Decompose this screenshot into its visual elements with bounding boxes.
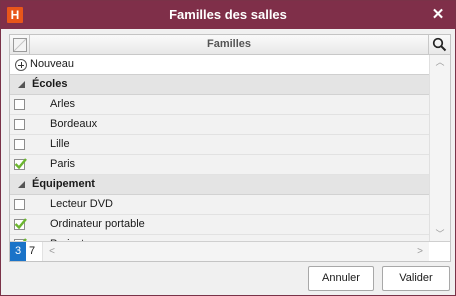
plus-circle-icon (15, 59, 27, 71)
checkmark-icon (14, 158, 27, 170)
title-bar: H Familles des salles ✕ (1, 1, 455, 29)
item-label: Bordeaux (50, 118, 98, 130)
list-item-paris[interactable]: Paris (10, 155, 429, 175)
item-checkbox[interactable] (14, 139, 25, 150)
total-count: 7 (29, 245, 36, 257)
chevron-down-icon[interactable]: ﹀ (430, 227, 450, 241)
list-item-bordeaux[interactable]: Bordeaux (10, 115, 429, 135)
new-family-row[interactable]: Nouveau (10, 55, 429, 75)
group-row-ecoles[interactable]: Écoles (10, 75, 429, 95)
column-header-familles[interactable]: Familles (30, 35, 428, 54)
grid-rows: Nouveau Écoles Arles Bordeaux Lille Pari… (10, 55, 429, 255)
group-row-equipement[interactable]: Équipement (10, 175, 429, 195)
chevron-up-icon[interactable]: ︿ (430, 55, 450, 69)
checkmark-icon (14, 218, 27, 230)
chevron-right-icon[interactable]: > (413, 242, 427, 261)
list-item-arles[interactable]: Arles (10, 95, 429, 115)
item-label: Lecteur DVD (50, 198, 113, 210)
vertical-scrollbar[interactable]: ︿ ﹀ (429, 55, 450, 241)
item-label: Lille (50, 138, 70, 150)
group-label: Écoles (32, 78, 68, 90)
item-checkbox[interactable] (14, 119, 25, 130)
item-label: Ordinateur portable (50, 218, 145, 230)
search-button[interactable] (428, 35, 450, 54)
families-grid: Familles Nouveau Écoles Arles Bordeaux L… (9, 34, 451, 262)
item-checkbox[interactable] (14, 99, 25, 110)
selected-count-badge: 3 (10, 242, 26, 261)
group-label: Équipement (32, 178, 95, 190)
item-label: Paris (50, 158, 76, 170)
triangle-down-icon[interactable] (18, 181, 25, 188)
validate-button[interactable]: Valider (382, 266, 450, 291)
triangle-down-icon[interactable] (18, 81, 25, 88)
new-family-label: Nouveau (30, 58, 75, 70)
list-item-lille[interactable]: Lille (10, 135, 429, 155)
chevron-left-icon[interactable]: < (45, 242, 59, 261)
list-item-ordinateur-portable[interactable]: Ordinateur portable (10, 215, 429, 235)
horizontal-scrollbar[interactable]: < > (42, 242, 429, 261)
cancel-button[interactable]: Annuler (308, 266, 374, 291)
grid-header: Familles (10, 35, 450, 55)
grid-footer: 3 7 < > (10, 241, 450, 261)
item-checkbox-checked[interactable] (14, 218, 27, 230)
select-all-checkbox[interactable] (13, 38, 27, 52)
item-checkbox-checked[interactable] (14, 158, 27, 170)
dialog-title: Familles des salles (169, 7, 287, 22)
search-icon (432, 37, 447, 52)
dialog-window: H Familles des salles ✕ Familles Nouveau (0, 0, 456, 296)
close-icon[interactable]: ✕ (429, 6, 447, 24)
item-label: Arles (50, 98, 76, 110)
item-checkbox[interactable] (14, 199, 25, 210)
list-item-lecteur-dvd[interactable]: Lecteur DVD (10, 195, 429, 215)
